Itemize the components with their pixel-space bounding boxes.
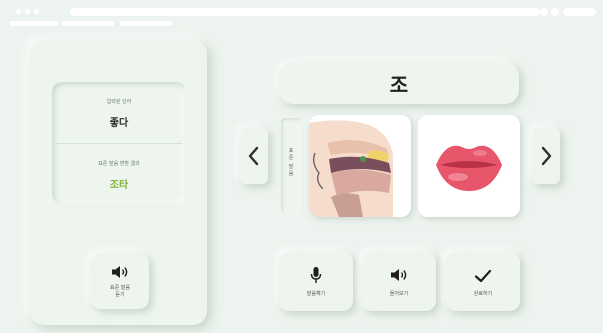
address-bar[interactable] (70, 8, 540, 16)
speaker-icon (112, 266, 128, 278)
lips-illustration (418, 115, 520, 217)
record-button[interactable]: 발음해기 (279, 252, 353, 311)
divider (56, 143, 182, 144)
record-label: 발음해기 (306, 291, 326, 297)
browser-tab[interactable] (120, 21, 172, 26)
result-word: 조타 (109, 180, 129, 191)
prev-button[interactable] (240, 128, 268, 184)
word-info-card: 입력된 단어 좋다 표준 발음 변환 결과 조타 (52, 82, 186, 204)
chevron-right-icon (541, 146, 552, 166)
listen-standard-label: 듣기 (115, 292, 125, 298)
mouth-cross-section-illustration (309, 115, 411, 217)
complete-button[interactable]: 완료하기 (446, 252, 520, 311)
result-label: 표준 발음 변환 결과 (98, 161, 140, 167)
listen-standard-button[interactable]: 표준 발음 듣기 (91, 253, 149, 309)
listen-button[interactable]: 들어보기 (362, 252, 436, 311)
microphone-icon (310, 267, 322, 283)
browser-tab[interactable] (10, 21, 58, 26)
chevron-left-icon (248, 146, 259, 166)
browser-toolbar (10, 4, 598, 32)
lip-shape-image (418, 115, 520, 217)
side-label-char: 음 (288, 171, 294, 177)
syllable-text: 조 (389, 72, 409, 97)
browser-control[interactable] (563, 8, 596, 16)
syllable-display: 조 (279, 62, 519, 104)
listen-label: 들어보기 (389, 291, 409, 297)
next-button[interactable] (532, 128, 560, 184)
window-dot (25, 9, 30, 14)
browser-control[interactable] (540, 8, 548, 16)
speaker-icon (391, 269, 407, 281)
window-dot (16, 9, 21, 14)
check-icon (474, 269, 492, 283)
side-label-char: 발 (288, 164, 294, 170)
input-word: 좋다 (109, 118, 129, 129)
side-label-char: 표 (288, 148, 294, 154)
complete-label: 완료하기 (473, 291, 493, 297)
side-label-char: 준 (288, 155, 294, 161)
input-word-label: 입력된 단어 (106, 99, 132, 105)
browser-control[interactable] (551, 8, 559, 16)
window-dot (34, 9, 39, 14)
listen-standard-label: 표준 발음 (110, 285, 130, 291)
standard-pronunciation-side-label: 표 준 발 음 (281, 118, 301, 213)
browser-tab[interactable] (62, 21, 114, 26)
mouth-cross-section-image (309, 115, 411, 217)
